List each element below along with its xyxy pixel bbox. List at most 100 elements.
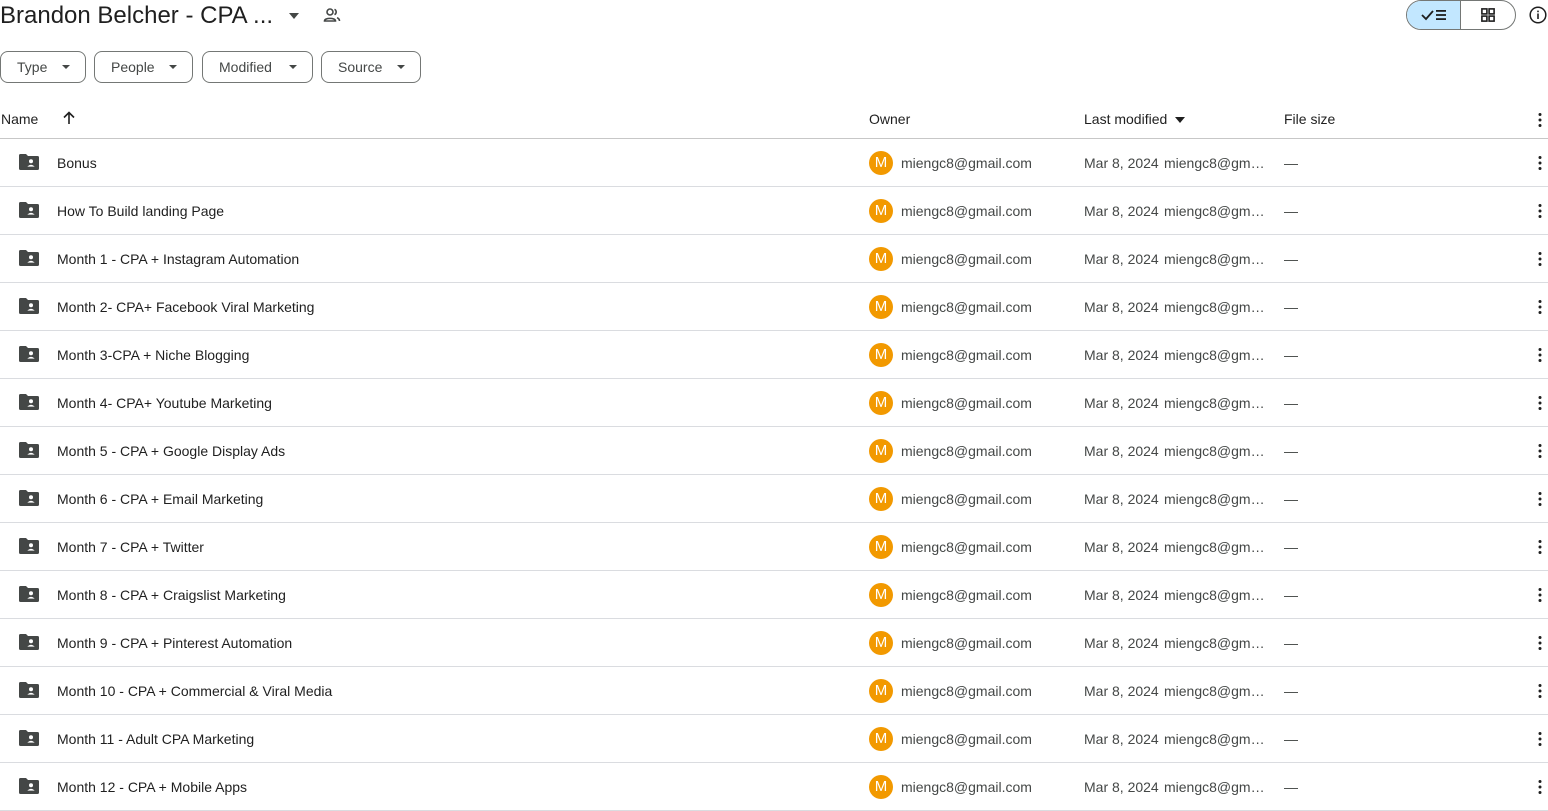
last-modified-date: Mar 8, 2024: [1084, 491, 1159, 507]
last-modified-column-header[interactable]: Last modified: [1084, 108, 1186, 138]
owner-avatar: M: [869, 343, 893, 367]
shared-folder-icon: [19, 490, 39, 506]
more-actions-icon[interactable]: [1530, 297, 1548, 317]
more-actions-icon[interactable]: [1530, 777, 1548, 797]
more-actions-icon[interactable]: [1530, 393, 1548, 413]
file-name[interactable]: How To Build landing Page: [57, 201, 224, 221]
owner-avatar: M: [869, 487, 893, 511]
table-row[interactable]: Month 1 - CPA + Instagram Automation Mmie…: [0, 235, 1548, 283]
table-row[interactable]: How To Build landing Page Mmiengc8@gmail.…: [0, 187, 1548, 235]
modified-by: miengc8@gmail.com: [1164, 347, 1272, 363]
file-name[interactable]: Month 6 - CPA + Email Marketing: [57, 489, 263, 509]
file-name[interactable]: Month 11 - Adult CPA Marketing: [57, 729, 254, 749]
modified-by: miengc8@gmail.com: [1164, 203, 1272, 219]
table-row[interactable]: Month 6 - CPA + Email Marketing Mmiengc8@…: [0, 475, 1548, 523]
shared-folder-icon: [19, 538, 39, 554]
more-actions-icon[interactable]: [1530, 489, 1548, 509]
more-actions-icon[interactable]: [1530, 201, 1548, 221]
more-actions-icon[interactable]: [1530, 153, 1548, 173]
more-actions-icon[interactable]: [1530, 345, 1548, 365]
shared-folder-icon: [19, 298, 39, 314]
table-row[interactable]: Month 3-CPA + Niche Blogging Mmiengc8@gma…: [0, 331, 1548, 379]
modified-by: miengc8@gmail.com: [1164, 539, 1272, 555]
name-column-header[interactable]: Name: [1, 108, 38, 138]
file-name[interactable]: Bonus: [57, 153, 97, 173]
table-row[interactable]: Month 12 - CPA + Mobile Apps Mmiengc8@gma…: [0, 763, 1548, 811]
sort-ascending-arrow-icon[interactable]: [61, 110, 77, 126]
file-name[interactable]: Month 2- CPA+ Facebook Viral Marketing: [57, 297, 314, 317]
file-size: —: [1284, 683, 1298, 699]
file-name[interactable]: Month 3-CPA + Niche Blogging: [57, 345, 249, 365]
modified-by: miengc8@gmail.com: [1164, 299, 1272, 315]
owner-avatar: M: [869, 775, 893, 799]
file-name[interactable]: Month 5 - CPA + Google Display Ads: [57, 441, 285, 461]
view-toggle: [1406, 0, 1516, 30]
column-options-more-icon[interactable]: [1530, 110, 1548, 130]
file-name[interactable]: Month 8 - CPA + Craigslist Marketing: [57, 585, 286, 605]
table-row[interactable]: Month 9 - CPA + Pinterest Automation Mmie…: [0, 619, 1548, 667]
more-actions-icon[interactable]: [1530, 249, 1548, 269]
grid-icon: [1481, 8, 1495, 22]
table-row[interactable]: Month 8 - CPA + Craigslist Marketing Mmie…: [0, 571, 1548, 619]
more-actions-icon[interactable]: [1530, 537, 1548, 557]
owner-email: miengc8@gmail.com: [901, 587, 1032, 603]
owner-avatar: M: [869, 391, 893, 415]
source-filter-chip[interactable]: Source: [321, 51, 421, 83]
owner-email: miengc8@gmail.com: [901, 251, 1032, 267]
modified-by: miengc8@gmail.com: [1164, 443, 1272, 459]
owner-email: miengc8@gmail.com: [901, 347, 1032, 363]
file-name[interactable]: Month 7 - CPA + Twitter: [57, 537, 204, 557]
table-row[interactable]: Month 4- CPA+ Youtube Marketing Mmiengc8@…: [0, 379, 1548, 427]
people-filter-chip[interactable]: People: [94, 51, 193, 83]
caret-down-icon[interactable]: [288, 11, 300, 21]
owner-avatar: M: [869, 631, 893, 655]
shared-folder-icon: [19, 730, 39, 746]
file-name[interactable]: Month 12 - CPA + Mobile Apps: [57, 777, 247, 797]
shared-folder-icon: [19, 442, 39, 458]
table-row[interactable]: Month 10 - CPA + Commercial & Viral Medi…: [0, 667, 1548, 715]
file-name[interactable]: Month 1 - CPA + Instagram Automation: [57, 249, 299, 269]
folder-title[interactable]: Brandon Belcher - CPA ...: [0, 0, 273, 32]
file-name[interactable]: Month 4- CPA+ Youtube Marketing: [57, 393, 272, 413]
file-size: —: [1284, 203, 1298, 219]
owner-email: miengc8@gmail.com: [901, 155, 1032, 171]
shared-folder-icon: [19, 394, 39, 410]
modified-by: miengc8@gmail.com: [1164, 395, 1272, 411]
file-size: —: [1284, 395, 1298, 411]
last-modified-date: Mar 8, 2024: [1084, 731, 1159, 747]
grid-view-button[interactable]: [1461, 1, 1515, 29]
file-size: —: [1284, 635, 1298, 651]
file-name[interactable]: Month 9 - CPA + Pinterest Automation: [57, 633, 292, 653]
more-actions-icon[interactable]: [1530, 585, 1548, 605]
file-size: —: [1284, 299, 1298, 315]
more-actions-icon[interactable]: [1530, 729, 1548, 749]
more-actions-icon[interactable]: [1530, 441, 1548, 461]
source-filter-label: Source: [338, 59, 383, 75]
modified-filter-chip[interactable]: Modified: [202, 51, 313, 83]
table-row[interactable]: Month 7 - CPA + Twitter Mmiengc8@gmail.co…: [0, 523, 1548, 571]
file-name[interactable]: Month 10 - CPA + Commercial & Viral Medi…: [57, 681, 332, 701]
file-size-column-header[interactable]: File size: [1284, 108, 1335, 138]
file-size: —: [1284, 587, 1298, 603]
table-row[interactable]: Month 11 - Adult CPA Marketing Mmiengc8@g…: [0, 715, 1548, 763]
file-size: —: [1284, 491, 1298, 507]
type-filter-chip[interactable]: Type: [0, 51, 86, 83]
table-row[interactable]: Month 5 - CPA + Google Display Ads Mmieng…: [0, 427, 1548, 475]
shared-people-icon[interactable]: [322, 5, 342, 25]
caret-down-icon: [169, 65, 177, 69]
last-modified-date: Mar 8, 2024: [1084, 779, 1159, 795]
more-actions-icon[interactable]: [1530, 633, 1548, 653]
more-actions-icon[interactable]: [1530, 681, 1548, 701]
modified-by: miengc8@gmail.com: [1164, 779, 1272, 795]
table-row[interactable]: Month 2- CPA+ Facebook Viral Marketing Mm…: [0, 283, 1548, 331]
shared-folder-icon: [19, 154, 39, 170]
owner-avatar: M: [869, 583, 893, 607]
caret-down-icon: [62, 65, 70, 69]
file-size: —: [1284, 347, 1298, 363]
last-modified-date: Mar 8, 2024: [1084, 299, 1159, 315]
owner-email: miengc8@gmail.com: [901, 443, 1032, 459]
list-view-button[interactable]: [1407, 1, 1462, 29]
info-icon[interactable]: [1529, 6, 1547, 24]
owner-column-header[interactable]: Owner: [869, 108, 910, 138]
table-row[interactable]: Bonus Mmiengc8@gmail.com Mar 8, 2024 miengc…: [0, 139, 1548, 187]
